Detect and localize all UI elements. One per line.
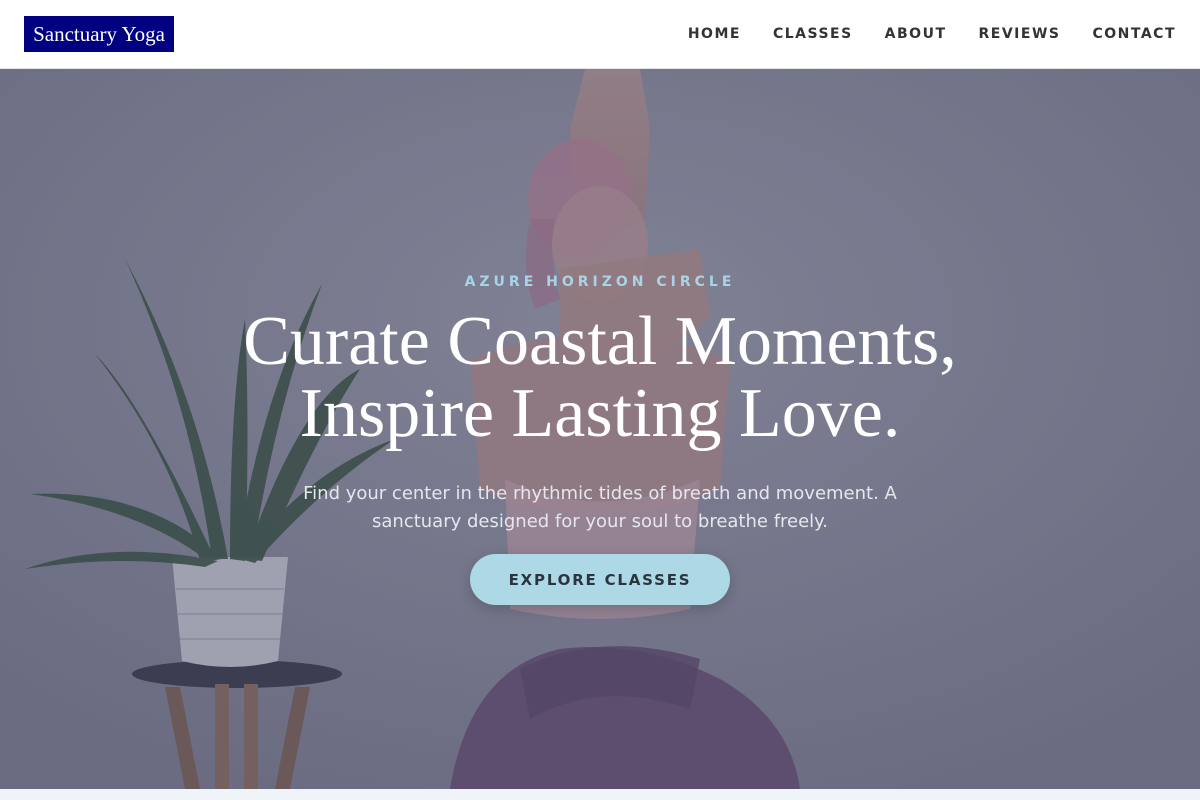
hero-title-line-1: Curate Coastal Moments, bbox=[243, 303, 957, 380]
nav-contact-link[interactable]: CONTACT bbox=[1092, 26, 1176, 42]
brand-logo[interactable]: Sanctuary Yoga bbox=[24, 16, 174, 52]
nav-classes-link[interactable]: CLASSES bbox=[773, 26, 853, 42]
next-section-edge bbox=[0, 789, 1200, 800]
hero-eyebrow: AZURE HORIZON CIRCLE bbox=[464, 274, 736, 290]
hero-subtitle: Find your center in the rhythmic tides o… bbox=[303, 483, 897, 532]
main-nav: HOME CLASSES ABOUT REVIEWS CONTACT bbox=[688, 26, 1176, 42]
hero-title-line-2: Inspire Lasting Love. bbox=[299, 375, 901, 452]
site-header: Sanctuary Yoga HOME CLASSES ABOUT REVIEW… bbox=[0, 0, 1200, 69]
nav-about-link[interactable]: ABOUT bbox=[885, 26, 947, 42]
explore-classes-button[interactable]: EXPLORE CLASSES bbox=[470, 554, 730, 605]
nav-reviews-link[interactable]: REVIEWS bbox=[979, 26, 1061, 42]
hero-title: Curate Coastal Moments, Inspire Lasting … bbox=[150, 306, 1050, 450]
hero-content: AZURE HORIZON CIRCLE Curate Coastal Mome… bbox=[0, 69, 1200, 789]
hero-section: AZURE HORIZON CIRCLE Curate Coastal Mome… bbox=[0, 69, 1200, 789]
nav-home-link[interactable]: HOME bbox=[688, 26, 741, 42]
